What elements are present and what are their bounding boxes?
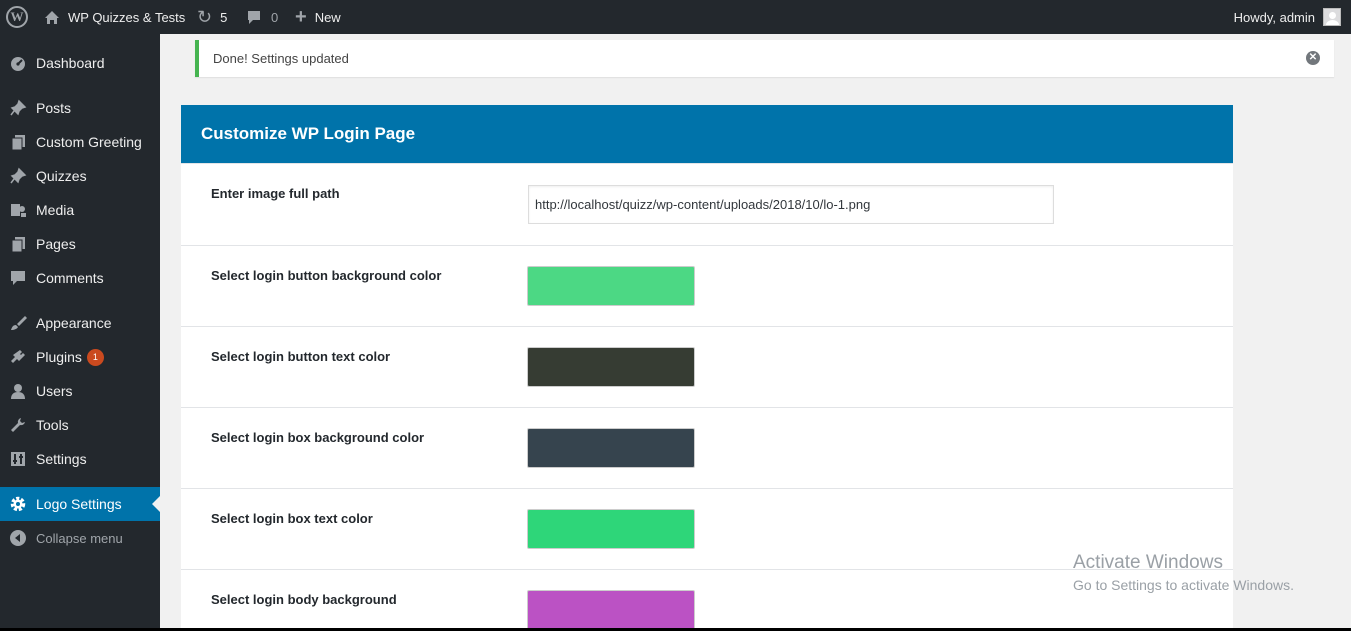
avatar-icon — [1323, 8, 1341, 26]
comment-icon — [9, 269, 27, 287]
field-row-image-path: Enter image full path — [181, 163, 1233, 245]
field-label: Select login button text color — [211, 349, 391, 364]
wordpress-icon: W — [6, 6, 28, 28]
collapse-menu-button[interactable]: Collapse menu — [0, 521, 160, 555]
field-row-button-text-color: Select login button text color — [181, 326, 1233, 407]
pages-icon — [9, 133, 27, 151]
sidebar-item-dashboard[interactable]: Dashboard — [0, 46, 160, 80]
user-icon — [9, 382, 27, 400]
sidebar-item-custom-greeting[interactable]: Custom Greeting — [0, 125, 160, 159]
field-row-box-bg-color: Select login box background color — [181, 407, 1233, 488]
sidebar-item-label: Dashboard — [36, 55, 105, 71]
site-name-label: WP Quizzes & Tests — [68, 9, 186, 25]
sidebar-item-posts[interactable]: Posts — [0, 91, 160, 125]
sidebar-item-comments[interactable]: Comments — [0, 261, 160, 295]
watermark-subtitle: Go to Settings to activate Windows. — [1073, 577, 1294, 593]
brush-icon — [9, 314, 27, 332]
pin-icon — [9, 167, 27, 185]
panel-title: Customize WP Login Page — [181, 105, 1233, 163]
body-bg-color-picker[interactable] — [527, 590, 695, 630]
sidebar-item-label: Settings — [36, 451, 87, 467]
sidebar-item-users[interactable]: Users — [0, 374, 160, 408]
admin-sidebar: Dashboard Posts Custom Greeting Quizzes … — [0, 34, 160, 631]
image-path-input[interactable] — [528, 185, 1054, 224]
sidebar-item-logo-settings[interactable]: Logo Settings — [0, 487, 160, 521]
user-account-menu[interactable]: Howdy, admin — [1234, 0, 1341, 34]
sidebar-item-label: Users — [36, 383, 73, 399]
sidebar-item-pages[interactable]: Pages — [0, 227, 160, 261]
sidebar-item-label: Quizzes — [36, 168, 87, 184]
pin-icon — [9, 99, 27, 117]
activate-windows-watermark: Activate Windows Go to Settings to activ… — [1073, 552, 1294, 593]
media-icon — [9, 201, 27, 219]
sidebar-item-media[interactable]: Media — [0, 193, 160, 227]
box-bg-color-picker[interactable] — [527, 428, 695, 468]
sidebar-item-label: Plugins — [36, 349, 82, 365]
updates-count: 5 — [220, 9, 228, 25]
sidebar-item-label: Tools — [36, 417, 69, 433]
plug-icon — [9, 348, 27, 366]
sidebar-item-quizzes[interactable]: Quizzes — [0, 159, 160, 193]
refresh-icon: ↻ — [197, 6, 213, 27]
button-text-color-picker[interactable] — [527, 347, 695, 387]
wrench-icon — [9, 416, 27, 434]
field-label: Select login box background color — [211, 430, 425, 445]
comments-count: 0 — [271, 9, 279, 25]
sidebar-item-label: Collapse menu — [36, 530, 123, 546]
sidebar-item-label: Posts — [36, 100, 72, 116]
sidebar-item-plugins[interactable]: Plugins 1 — [0, 340, 160, 374]
field-label: Select login button background color — [211, 268, 442, 283]
field-label: Enter image full path — [211, 186, 340, 201]
box-text-color-picker[interactable] — [527, 509, 695, 549]
sidebar-item-label: Pages — [36, 236, 76, 252]
comment-icon — [246, 10, 262, 25]
sliders-icon — [9, 450, 27, 468]
field-label: Select login box text color — [211, 511, 373, 526]
sidebar-item-label: Media — [36, 202, 75, 218]
plus-icon: + — [295, 5, 307, 28]
pages-icon — [9, 235, 27, 253]
home-icon — [44, 10, 60, 25]
site-name-link[interactable]: WP Quizzes & Tests — [44, 0, 185, 34]
collapse-icon — [9, 529, 27, 547]
button-bg-color-picker[interactable] — [527, 266, 695, 306]
plugins-update-badge: 1 — [86, 348, 104, 366]
field-row-button-bg-color: Select login button background color — [181, 245, 1233, 326]
sidebar-item-tools[interactable]: Tools — [0, 408, 160, 442]
sidebar-item-settings[interactable]: Settings — [0, 442, 160, 476]
watermark-title: Activate Windows — [1073, 552, 1223, 573]
sidebar-item-label: Logo Settings — [36, 496, 122, 512]
sidebar-item-label: Custom Greeting — [36, 134, 142, 150]
admin-bar: W WP Quizzes & Tests ↻ 5 0 + New Howdy, … — [0, 0, 1351, 34]
notice-message: Done! Settings updated — [213, 51, 349, 66]
gear-icon — [9, 495, 27, 513]
sidebar-item-label: Appearance — [36, 315, 112, 331]
dashboard-icon — [9, 54, 27, 72]
comments-link[interactable]: 0 — [246, 0, 278, 34]
new-content-link[interactable]: + New — [295, 0, 341, 34]
updates-link[interactable]: ↻ 5 — [197, 0, 227, 34]
new-label: New — [314, 9, 341, 25]
sidebar-item-appearance[interactable]: Appearance — [0, 306, 160, 340]
sidebar-item-label: Comments — [36, 270, 104, 286]
howdy-label: Howdy, admin — [1233, 9, 1315, 25]
success-notice: Done! Settings updated ✕ — [195, 40, 1334, 77]
wordpress-logo-button[interactable]: W — [6, 0, 30, 34]
field-label: Select login body background — [211, 592, 397, 607]
dismiss-icon[interactable]: ✕ — [1306, 51, 1320, 65]
